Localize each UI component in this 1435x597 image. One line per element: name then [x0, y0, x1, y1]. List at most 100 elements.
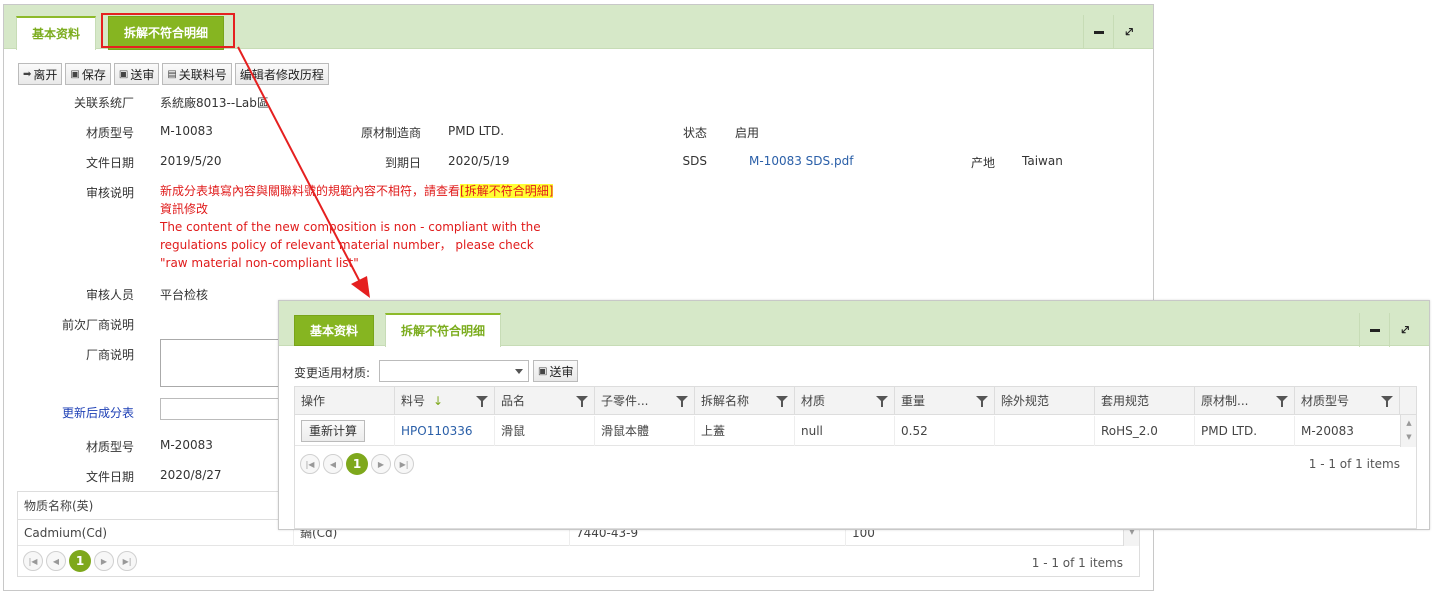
review-highlight: [拆解不符合明細] [460, 184, 554, 198]
date-label: 文件日期 [85, 156, 134, 170]
review-note: 新成分表填寫內容與關聯料號的規範內容不相符，請查看[拆解不符合明細]資訊修改 T… [160, 184, 554, 270]
current-page-button[interactable]: 1 [69, 550, 91, 572]
link-part-button[interactable]: ▤ 关联料号 [162, 63, 232, 85]
maximize-button[interactable]: ↕ [1113, 15, 1143, 49]
cell-action: 重新计算 [295, 416, 395, 446]
filter-icon[interactable] [776, 396, 788, 407]
first-page-button[interactable]: |◀ [23, 551, 43, 571]
overlay-minimize-button[interactable] [1359, 313, 1389, 347]
filter-icon[interactable] [1381, 396, 1393, 407]
reviewer-label: 审核人员 [85, 288, 134, 302]
first-page-button[interactable]: |◀ [300, 454, 320, 474]
edit-history-button[interactable]: 编辑者修改历程 [234, 63, 329, 85]
column-raw-maker[interactable]: 原材制... [1195, 387, 1295, 415]
status-value: 启用 [735, 126, 760, 140]
minimize-icon [1093, 30, 1104, 34]
prev-page-button[interactable]: ◀ [323, 454, 343, 474]
column-apply-spec[interactable]: 套用规范 [1095, 387, 1195, 415]
column-exclude-spec[interactable]: 除外规范 [995, 387, 1095, 415]
substance-grid-page-info: 1 - 1 of 1 items [1031, 556, 1123, 570]
factory-value: 系統廠8013--Lab區 [160, 96, 269, 110]
save-icon: ▣ [70, 68, 80, 80]
cell-sub-part: 滑鼠本體 [595, 416, 695, 446]
filter-icon[interactable] [1276, 396, 1288, 407]
column-part-no[interactable]: 料号 ↓ [395, 387, 495, 415]
document-icon: ▤ [167, 68, 177, 80]
column-material-model[interactable]: 材质型号 [1295, 387, 1400, 415]
scroll-down-icon[interactable]: ▼ [1401, 433, 1417, 441]
updated-composition-label: 更新后成分表 [61, 406, 134, 420]
cell-part-no[interactable]: HPO110336 [395, 416, 495, 446]
overlay-tab-basic-info[interactable]: 基本资料 [294, 315, 375, 346]
filter-icon[interactable] [976, 396, 988, 407]
cell-raw-maker: PMD LTD. [1195, 416, 1295, 446]
cell-substance-en: Cadmium(Cd) [18, 520, 294, 546]
noncompliant-grid-scrollbar[interactable]: ▲ ▼ [1400, 415, 1416, 447]
sds-file-link[interactable]: M-10083 SDS.pdf [749, 154, 853, 168]
overlay-submit-button[interactable]: ▣ 送审 [533, 360, 579, 382]
expand-icon: ↕ [1395, 320, 1414, 340]
factory-label: 关联系统厂 [73, 96, 134, 110]
date-value: 2019/5/20 [160, 154, 222, 168]
prev-page-button[interactable]: ◀ [46, 551, 66, 571]
submit-button[interactable]: ▣ 送审 [113, 63, 160, 85]
column-disassembly-name[interactable]: 拆解名称 [695, 387, 795, 415]
maker-label: 原材制造商 [360, 126, 421, 140]
review-label: 审核说明 [85, 186, 134, 200]
filter-icon[interactable] [876, 396, 888, 407]
noncompliant-grid-header: 操作 料号 ↓ 品名 子零件... 拆解名称 材质 重量 除外规范 套用规范 原材… [295, 387, 1416, 415]
expire-value: 2020/5/19 [448, 154, 510, 168]
recalculate-button[interactable]: 重新计算 [301, 420, 366, 442]
next-page-button[interactable]: ▶ [94, 551, 114, 571]
column-action[interactable]: 操作 [295, 387, 395, 415]
substance-grid-pager: |◀ ◀ 1 ▶ ▶| [23, 550, 137, 572]
column-weight[interactable]: 重量 [895, 387, 995, 415]
table-row: 重新计算 HPO110336 滑鼠 滑鼠本體 上蓋 null 0.52 RoHS… [295, 416, 1400, 446]
origin-label: 产地 [970, 156, 995, 170]
reviewer-value: 平台检核 [160, 288, 209, 302]
status-label: 状态 [682, 126, 707, 140]
noncompliant-grid: 操作 料号 ↓ 品名 子零件... 拆解名称 材质 重量 除外规范 套用规范 原材… [294, 386, 1417, 529]
column-material[interactable]: 材质 [795, 387, 895, 415]
tab-basic-info[interactable]: 基本资料 [16, 16, 97, 50]
prev-vendor-label: 前次厂商说明 [61, 318, 134, 332]
cell-material: null [795, 416, 895, 446]
cell-material-model: M-20083 [1301, 424, 1354, 438]
next-page-button[interactable]: ▶ [371, 454, 391, 474]
filter-icon[interactable] [676, 396, 688, 407]
column-sub-part[interactable]: 子零件... [595, 387, 695, 415]
overlay-panel: 基本资料 拆解不符合明细 ↕ 变更适用材质: ▣ 送审 操作 料号 ↓ 品名 子零件… [278, 300, 1430, 530]
vendor-label: 厂商说明 [85, 348, 134, 362]
current-page-button[interactable]: 1 [346, 453, 368, 475]
model2-label: 材质型号 [85, 440, 134, 454]
updated-composition-input[interactable] [160, 398, 280, 420]
main-toolbar: ➡ 离开 ▣ 保存 ▣ 送审 ▤ 关联料号 编辑者修改历程 [18, 63, 329, 85]
leave-button[interactable]: ➡ 离开 [18, 63, 63, 85]
minimize-icon [1369, 328, 1380, 332]
origin-value: Taiwan [1022, 154, 1063, 168]
overlay-maximize-button[interactable]: ↕ [1389, 313, 1419, 347]
expand-icon: ↕ [1119, 22, 1138, 42]
scroll-up-icon[interactable]: ▲ [1401, 419, 1417, 427]
minimize-button[interactable] [1083, 15, 1113, 49]
change-material-select[interactable] [379, 360, 529, 382]
vendor-note-textarea[interactable] [160, 339, 280, 387]
exit-icon: ➡ [23, 68, 32, 80]
maker-value: PMD LTD. [448, 124, 505, 138]
save-icon: ▣ [118, 68, 129, 80]
model2-value: M-20083 [160, 438, 213, 452]
last-page-button[interactable]: ▶| [394, 454, 414, 474]
cell-apply-spec: RoHS_2.0 [1095, 416, 1195, 446]
overlay-tab-disassembly-noncompliant[interactable]: 拆解不符合明细 [385, 313, 502, 347]
overlay-tabbar: 基本资料 拆解不符合明细 ↕ [279, 301, 1429, 347]
last-page-button[interactable]: ▶| [117, 551, 137, 571]
save-button[interactable]: ▣ 保存 [65, 63, 111, 85]
save-icon: ▣ [538, 365, 548, 377]
date2-label: 文件日期 [85, 470, 134, 484]
column-item-name[interactable]: 品名 [495, 387, 595, 415]
column-substance-en[interactable]: 物质名称(英) [18, 492, 318, 520]
filter-icon[interactable] [476, 396, 488, 407]
model-label: 材质型号 [85, 126, 134, 140]
sds-label: SDS [682, 154, 707, 168]
filter-icon[interactable] [576, 396, 588, 407]
